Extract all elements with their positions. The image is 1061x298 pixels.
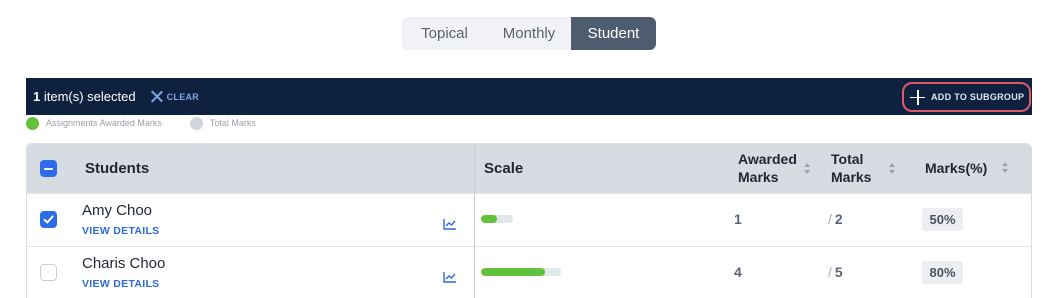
plus-icon bbox=[910, 89, 925, 105]
student-name: Amy Choo bbox=[82, 202, 153, 219]
marks-percent-badge: 80% bbox=[922, 261, 963, 284]
close-icon bbox=[150, 90, 163, 103]
row-checkbox[interactable] bbox=[40, 264, 57, 281]
table-row: Charis Choo VIEW DETAILS 4 /5 80% bbox=[27, 246, 1031, 298]
tab-topical[interactable]: Topical bbox=[402, 17, 487, 50]
header-students: Students bbox=[85, 160, 150, 177]
view-details-link[interactable]: VIEW DETAILS bbox=[82, 278, 160, 290]
legend-total-dot bbox=[189, 116, 203, 130]
selection-count-text: 1 item(s) selected bbox=[33, 89, 136, 104]
sort-percent-icon[interactable] bbox=[1001, 162, 1009, 174]
table-header: Students Scale Awarded Marks Total Marks… bbox=[27, 144, 1031, 193]
legend-awarded-dot bbox=[26, 116, 39, 130]
selection-bar: 1 item(s) selected CLEAR bbox=[26, 78, 1032, 115]
select-all-checkbox[interactable] bbox=[40, 160, 57, 177]
sort-awarded-icon[interactable] bbox=[803, 163, 811, 175]
view-details-link[interactable]: VIEW DETAILS bbox=[82, 225, 160, 237]
students-table: Students Scale Awarded Marks Total Marks… bbox=[26, 143, 1032, 298]
legend-awarded-label: Assignments Awarded Marks bbox=[46, 118, 162, 128]
row-checkbox[interactable] bbox=[40, 211, 57, 228]
clear-selection-button[interactable]: CLEAR bbox=[150, 90, 200, 103]
tab-monthly[interactable]: Monthly bbox=[487, 17, 571, 50]
selection-suffix: item(s) selected bbox=[40, 89, 136, 104]
total-marks-value: 2 bbox=[834, 211, 843, 227]
total-marks: /2 bbox=[828, 211, 843, 227]
header-awarded-line1: Awarded bbox=[738, 151, 797, 167]
scale-bar-fill bbox=[481, 215, 497, 223]
header-scale: Scale bbox=[484, 160, 524, 177]
header-awarded-marks[interactable]: Awarded Marks bbox=[738, 150, 797, 186]
view-toggle: Topical Monthly Student bbox=[402, 17, 656, 50]
tab-student[interactable]: Student bbox=[571, 17, 656, 50]
header-marks-percent[interactable]: Marks(%) bbox=[925, 159, 987, 177]
check-icon bbox=[43, 215, 54, 224]
sort-total-icon[interactable] bbox=[888, 163, 896, 175]
student-name: Charis Choo bbox=[82, 255, 166, 272]
scale-bar-fill bbox=[481, 268, 545, 276]
trend-chart-icon[interactable] bbox=[443, 271, 457, 283]
legend-total-label: Total Marks bbox=[209, 118, 256, 128]
awarded-marks: 1 bbox=[734, 211, 742, 227]
scale-bar bbox=[481, 215, 513, 223]
minus-icon bbox=[44, 167, 53, 170]
table-row: Amy Choo VIEW DETAILS 1 /2 50% bbox=[27, 193, 1031, 246]
awarded-marks: 4 bbox=[734, 264, 742, 280]
column-divider bbox=[474, 144, 475, 298]
header-total-marks[interactable]: Total Marks bbox=[831, 150, 871, 186]
header-total-line2: Marks bbox=[831, 169, 872, 185]
add-to-subgroup-button[interactable]: ADD TO SUBGROUP bbox=[902, 82, 1031, 112]
clear-label: CLEAR bbox=[166, 91, 200, 102]
trend-chart-icon[interactable] bbox=[443, 218, 457, 230]
marks-percent-badge: 50% bbox=[922, 208, 963, 231]
header-awarded-line2: Marks bbox=[738, 169, 779, 185]
total-marks-value: 5 bbox=[834, 264, 843, 280]
scale-bar bbox=[481, 268, 561, 276]
header-total-line1: Total bbox=[831, 151, 864, 167]
total-marks: /5 bbox=[828, 264, 843, 280]
add-to-subgroup-label: ADD TO SUBGROUP bbox=[931, 92, 1025, 102]
legend: Assignments Awarded Marks Total Marks bbox=[26, 116, 256, 130]
